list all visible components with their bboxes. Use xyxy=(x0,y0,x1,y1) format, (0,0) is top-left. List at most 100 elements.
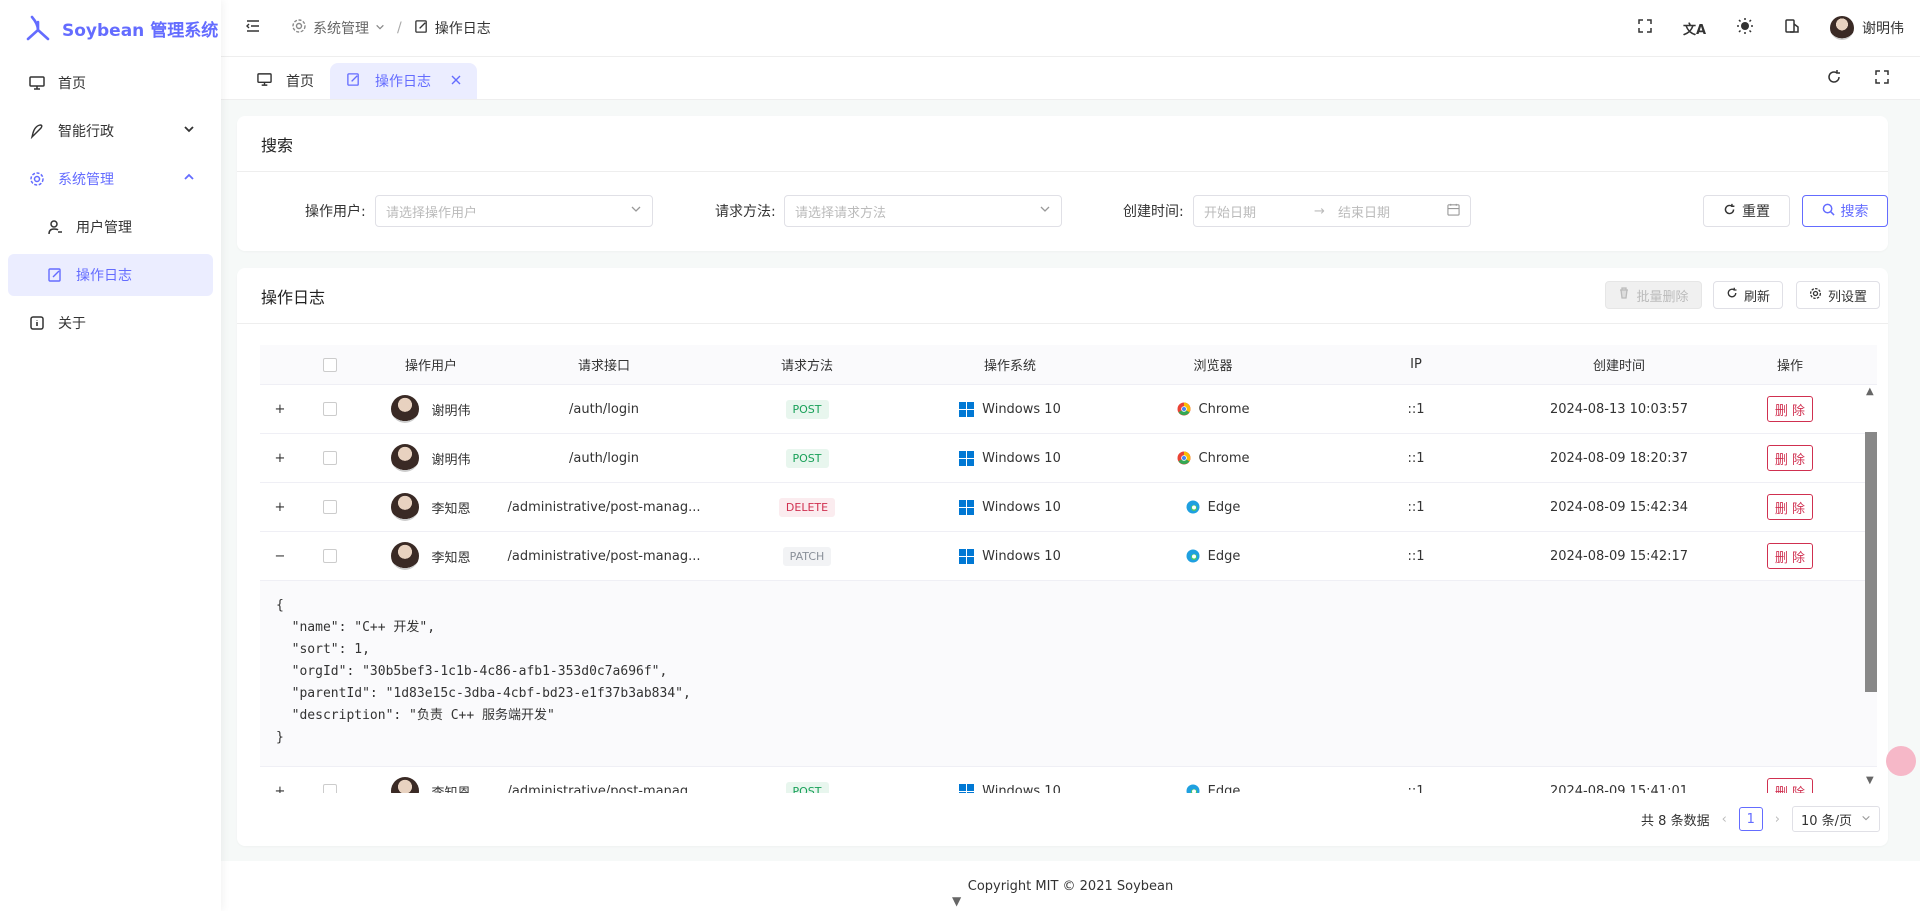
page-size-select[interactable]: 10 条/页 xyxy=(1792,806,1880,832)
page-1-button[interactable]: 1 xyxy=(1738,807,1763,831)
user-filter-select[interactable]: 请选择操作用户 xyxy=(375,195,653,227)
user-cell: 李知恩 xyxy=(360,777,502,793)
arrow-right-icon: → xyxy=(1314,203,1325,219)
delete-button-cell: 删 除 xyxy=(1720,543,1860,569)
table-row[interactable]: + 李知恩/administrative/post-manag... DELETE W… xyxy=(260,483,1877,532)
sidebar-item-administrative[interactable]: 智能行政 xyxy=(8,110,213,152)
expand-toggle[interactable]: + xyxy=(260,784,300,794)
sidebar-item-about[interactable]: 关于 xyxy=(8,302,213,344)
sidebar-item-label: 关于 xyxy=(58,316,86,332)
os-name: Windows 10 xyxy=(982,401,1061,417)
search-button[interactable]: 搜索 xyxy=(1802,195,1888,227)
table-row[interactable]: + 谢明伟/auth/login POST Windows 10 Chrome::1 20… xyxy=(260,385,1877,434)
breadcrumb-current: 操作日志 xyxy=(434,21,491,37)
method-filter-label: 请求方法: xyxy=(715,204,776,220)
theme-config-icon[interactable] xyxy=(1784,18,1800,38)
delete-button-cell: 删 除 xyxy=(1720,445,1860,471)
app-logo[interactable]: Soybean 管理系统 xyxy=(0,0,221,56)
reload-icon[interactable] xyxy=(1826,69,1842,89)
tab-home[interactable]: 首页 xyxy=(241,63,330,99)
user-menu[interactable]: 谢明伟 xyxy=(1830,16,1904,40)
soybean-logo-icon xyxy=(26,15,50,41)
os-cell: Windows 10 xyxy=(908,401,1112,417)
prev-page-icon[interactable]: ‹ xyxy=(1722,812,1727,827)
row-checkbox[interactable] xyxy=(300,402,360,416)
scroll-up-icon[interactable]: ▲ xyxy=(1866,386,1874,397)
row-checkbox[interactable] xyxy=(300,500,360,514)
chevron-down-icon xyxy=(183,123,195,139)
table-row[interactable]: − 李知恩/administrative/post-manag... PATCH Wi… xyxy=(260,532,1877,581)
column-header: 操作系统 xyxy=(983,359,1036,374)
table-row[interactable]: + 谢明伟/auth/login POST Windows 10 Chrome::1 20… xyxy=(260,434,1877,483)
avatar xyxy=(391,395,420,423)
edge-icon xyxy=(1186,549,1200,563)
os-name: Windows 10 xyxy=(982,450,1061,466)
table-body: + 谢明伟/auth/login POST Windows 10 Chrome::1 20… xyxy=(260,385,1877,581)
theme-sun-icon[interactable] xyxy=(1736,17,1754,39)
sidebar-item-label: 首页 xyxy=(58,76,86,92)
batch-delete-button[interactable]: 批量删除 xyxy=(1605,281,1702,309)
table-scrollbar[interactable] xyxy=(1865,432,1877,692)
column-header: IP xyxy=(1410,357,1422,372)
close-icon[interactable] xyxy=(451,73,461,89)
fullscreen-icon[interactable] xyxy=(1874,69,1890,89)
delete-button[interactable]: 删 除 xyxy=(1767,396,1813,422)
trash-icon xyxy=(1618,287,1630,303)
sidebar-item-users[interactable]: 用户管理 xyxy=(8,206,213,248)
sidebar-item-operation-log[interactable]: 操作日志 xyxy=(8,254,213,296)
tab-operation-log[interactable]: 操作日志 xyxy=(330,63,477,99)
delete-button[interactable]: 删 除 xyxy=(1767,445,1813,471)
reload-icon xyxy=(1726,287,1738,303)
date-range-picker[interactable]: 开始日期 → 结束日期 xyxy=(1193,195,1471,227)
method-cell: POST xyxy=(706,399,908,419)
api-cell: /administrative/post-manag... xyxy=(507,783,701,794)
method-cell: POST xyxy=(706,781,908,793)
method-filter-select[interactable]: 请选择请求方法 xyxy=(784,195,1062,227)
sidebar-item-home[interactable]: 首页 xyxy=(8,62,213,104)
copyright: Copyright MIT © 2021 Soybean xyxy=(967,878,1174,894)
delete-button[interactable]: 删 除 xyxy=(1767,543,1813,569)
edge-icon xyxy=(1186,784,1200,793)
expand-toggle[interactable]: + xyxy=(260,451,300,466)
sidebar-item-system[interactable]: 系统管理 xyxy=(8,158,213,200)
method-cell: PATCH xyxy=(706,546,908,566)
browser-cell: Chrome xyxy=(1112,451,1314,466)
expand-toggle[interactable]: + xyxy=(260,500,300,515)
scroll-down-icon[interactable]: ▼ xyxy=(1866,775,1874,786)
expand-toggle[interactable]: + xyxy=(260,402,300,417)
ip-cell: ::1 xyxy=(1407,499,1425,515)
fullscreen-icon[interactable] xyxy=(1637,18,1653,38)
row-checkbox[interactable] xyxy=(300,784,360,793)
footer: Copyright MIT © 2021 Soybean xyxy=(221,861,1920,911)
sidebar: Soybean 管理系统 首页 智能行政 系统管理 用户管理 操作日志 关于 xyxy=(0,0,221,911)
table-row[interactable]: + 李知恩/administrative/post-manag... POST Win… xyxy=(260,767,1877,793)
browser-name: Edge xyxy=(1207,783,1241,794)
user-filter-label: 操作用户: xyxy=(305,204,366,220)
select-all-checkbox[interactable] xyxy=(300,357,360,372)
time-cell: 2024-08-13 10:03:57 xyxy=(1549,401,1689,417)
column-header: 操作 xyxy=(1776,359,1803,374)
row-checkbox[interactable] xyxy=(300,451,360,465)
floating-helper-icon[interactable] xyxy=(1886,746,1916,776)
expand-toggle[interactable]: − xyxy=(260,549,300,564)
refresh-button[interactable]: 刷新 xyxy=(1713,281,1783,309)
method-tag: DELETE xyxy=(778,497,836,517)
ip-cell: ::1 xyxy=(1407,548,1425,564)
delete-button[interactable]: 删 除 xyxy=(1767,494,1813,520)
delete-button[interactable]: 删 除 xyxy=(1767,778,1813,793)
menu-collapse-icon[interactable] xyxy=(245,18,261,38)
reset-button[interactable]: 重置 xyxy=(1703,195,1790,227)
monitor-icon xyxy=(28,74,46,92)
row-checkbox[interactable] xyxy=(300,549,360,563)
translate-icon[interactable]: 文A xyxy=(1683,19,1706,38)
ip-cell: ::1 xyxy=(1407,783,1425,794)
column-settings-button[interactable]: 列设置 xyxy=(1796,281,1880,309)
next-page-icon[interactable]: › xyxy=(1775,812,1780,827)
back-to-top-icon[interactable]: ▼ xyxy=(952,894,961,908)
browser-name: Edge xyxy=(1207,499,1241,515)
os-name: Windows 10 xyxy=(982,548,1061,564)
column-header: 浏览器 xyxy=(1193,359,1233,374)
tab-bar: 首页 操作日志 xyxy=(221,56,1920,100)
user-name: 谢明伟 xyxy=(431,452,471,468)
breadcrumb-system[interactable]: 系统管理 xyxy=(313,18,369,38)
